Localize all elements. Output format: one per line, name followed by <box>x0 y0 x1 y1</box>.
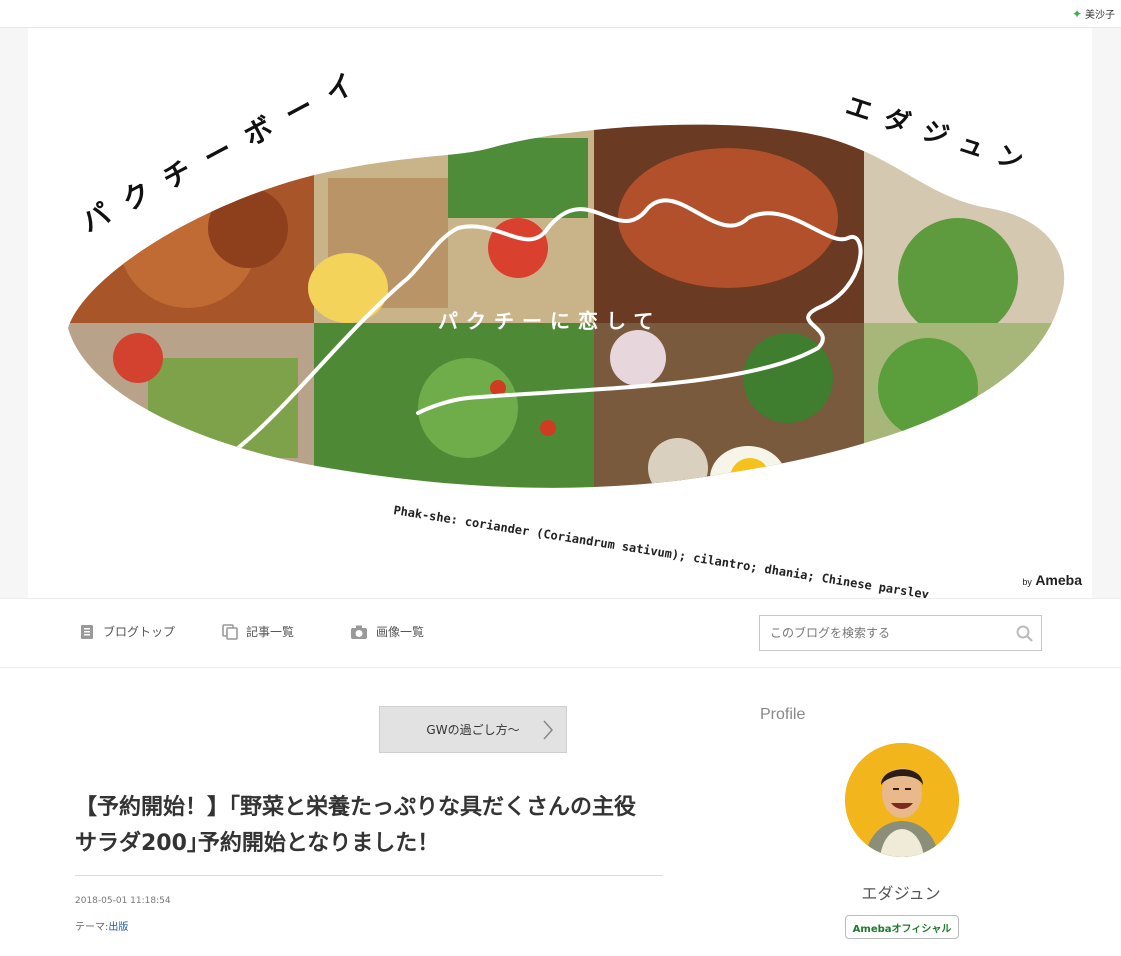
profile-heading: Profile <box>760 706 806 723</box>
search-input[interactable] <box>760 616 1020 650</box>
header-side-left <box>0 28 28 598</box>
document-icon <box>81 624 93 639</box>
copy-icon <box>222 623 238 640</box>
blog-header-image[interactable]: パクチーボーイ エダジュン パクチーに恋して Phak-she: coriand… <box>28 28 1092 598</box>
search-icon[interactable] <box>1016 625 1033 642</box>
nav-articles[interactable]: 記事一覧 <box>222 623 294 640</box>
article-title-line1: 【予約開始！】｢野菜と栄養たっぷりな具だくさんの主役 <box>75 795 637 820</box>
user-name: 美沙子 <box>1085 10 1115 21</box>
header-caption: Phak-she: coriander (Coriandrum sativum)… <box>393 503 930 598</box>
avatar[interactable] <box>845 743 959 857</box>
title-divider <box>75 875 663 876</box>
article-theme: テーマ:出版 <box>75 918 128 933</box>
previous-article-button[interactable]: GWの過ごし方～ <box>379 706 567 753</box>
nav-images-label: 画像一覧 <box>376 625 425 639</box>
profile-name[interactable]: エダジュン <box>760 880 1042 904</box>
previous-article-label: GWの過ごし方～ <box>426 723 520 737</box>
camera-icon <box>351 625 367 639</box>
blog-search <box>759 615 1042 651</box>
ameba-logo: by Ameba <box>1022 572 1082 588</box>
nav-articles-label: 記事一覧 <box>246 625 295 639</box>
header-tagline: パクチーに恋して <box>438 309 661 333</box>
theme-link[interactable]: 出版 <box>108 922 128 933</box>
top-bar: ✦ 美沙子 <box>0 0 1121 28</box>
article-title[interactable]: 【予約開始！】｢野菜と栄養たっぷりな具だくさんの主役 サラダ200｣予約開始とな… <box>75 790 670 862</box>
blog-nav-bar: ブログトップ 記事一覧 画像一覧 <box>0 598 1121 668</box>
official-badge[interactable]: Amebaオフィシャル <box>845 915 959 939</box>
profile-photo <box>845 743 959 857</box>
nav-blog-top[interactable]: ブログトップ <box>79 623 175 640</box>
article-title-line2: サラダ200｣予約開始となりました！ <box>75 831 440 856</box>
header-illustration: パクチーボーイ エダジュン パクチーに恋して Phak-she: coriand… <box>68 59 1065 598</box>
user-menu[interactable]: ✦ 美沙子 <box>1071 6 1115 22</box>
header-side-right <box>1092 28 1121 598</box>
nav-blog-top-label: ブログトップ <box>103 625 176 639</box>
nav-images[interactable]: 画像一覧 <box>350 623 424 640</box>
article-date: 2018-05-01 11:18:54 <box>75 896 171 906</box>
theme-label: テーマ: <box>75 922 109 933</box>
chevron-right-icon <box>543 720 554 740</box>
sparkle-icon: ✦ <box>1071 6 1082 21</box>
